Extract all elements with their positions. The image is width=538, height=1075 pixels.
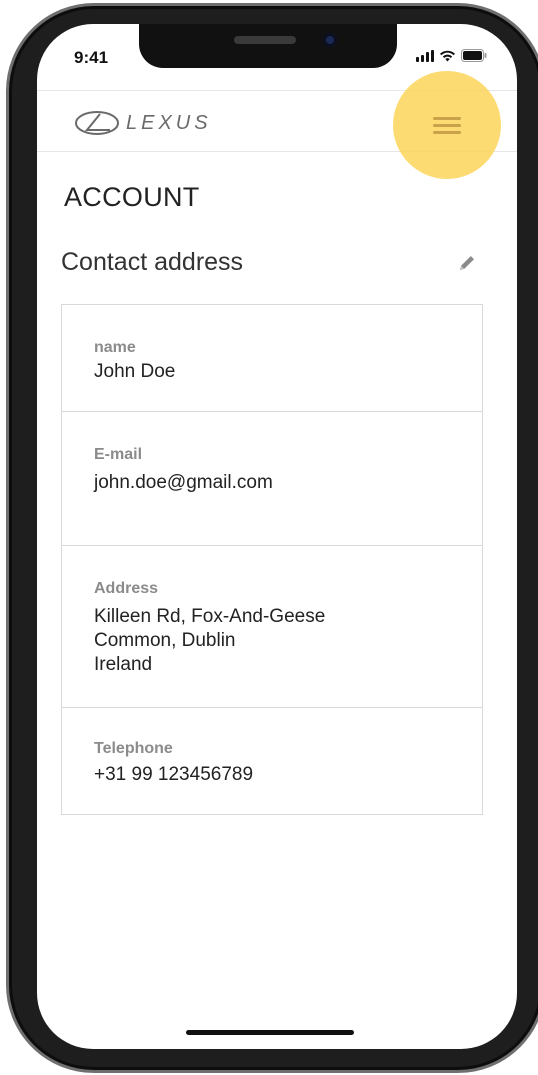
contact-field-email: E-mail john.doe@gmail.com <box>62 412 482 546</box>
earpiece-speaker <box>234 36 296 44</box>
field-label: Address <box>94 580 159 597</box>
field-label: Telephone <box>94 740 173 757</box>
section-title-contact-address: Contact address <box>61 248 244 276</box>
address-line: Common, Dublin <box>94 630 236 651</box>
address-line: Ireland <box>94 654 153 675</box>
field-value: +31 99 123456789 <box>94 764 254 785</box>
front-camera <box>323 33 337 47</box>
page-title: ACCOUNT <box>64 182 200 212</box>
contact-field-address: Address Killeen Rd, Fox-And-Geese Common… <box>62 546 482 708</box>
battery-icon <box>461 49 487 62</box>
field-label: name <box>94 339 136 356</box>
contact-card: name John Doe E-mail john.doe@gmail.com … <box>61 304 483 815</box>
phone-notch <box>139 24 397 68</box>
field-value: john.doe@gmail.com <box>94 472 273 493</box>
cellular-signal-icon <box>416 50 434 62</box>
hamburger-menu-icon[interactable] <box>430 107 464 143</box>
wifi-icon <box>439 49 456 62</box>
brand-wordmark: LEXUS <box>126 111 212 134</box>
field-label: E-mail <box>94 446 143 463</box>
status-icons <box>416 49 487 62</box>
screenshot-stage: 9:41 LEXUS ACCOUNT Contact address name … <box>0 0 538 1075</box>
contact-field-name: name John Doe <box>62 305 482 412</box>
home-indicator[interactable] <box>186 1030 354 1035</box>
field-value: John Doe <box>94 361 176 382</box>
lexus-emblem-icon <box>75 111 119 135</box>
address-line: Killeen Rd, Fox-And-Geese <box>94 606 326 627</box>
status-time: 9:41 <box>74 48 109 67</box>
contact-field-telephone: Telephone +31 99 123456789 <box>62 708 482 814</box>
pencil-icon[interactable] <box>455 251 479 275</box>
phone-screen: 9:41 LEXUS ACCOUNT Contact address name … <box>37 24 517 1049</box>
lexus-logo[interactable]: LEXUS <box>74 110 212 136</box>
